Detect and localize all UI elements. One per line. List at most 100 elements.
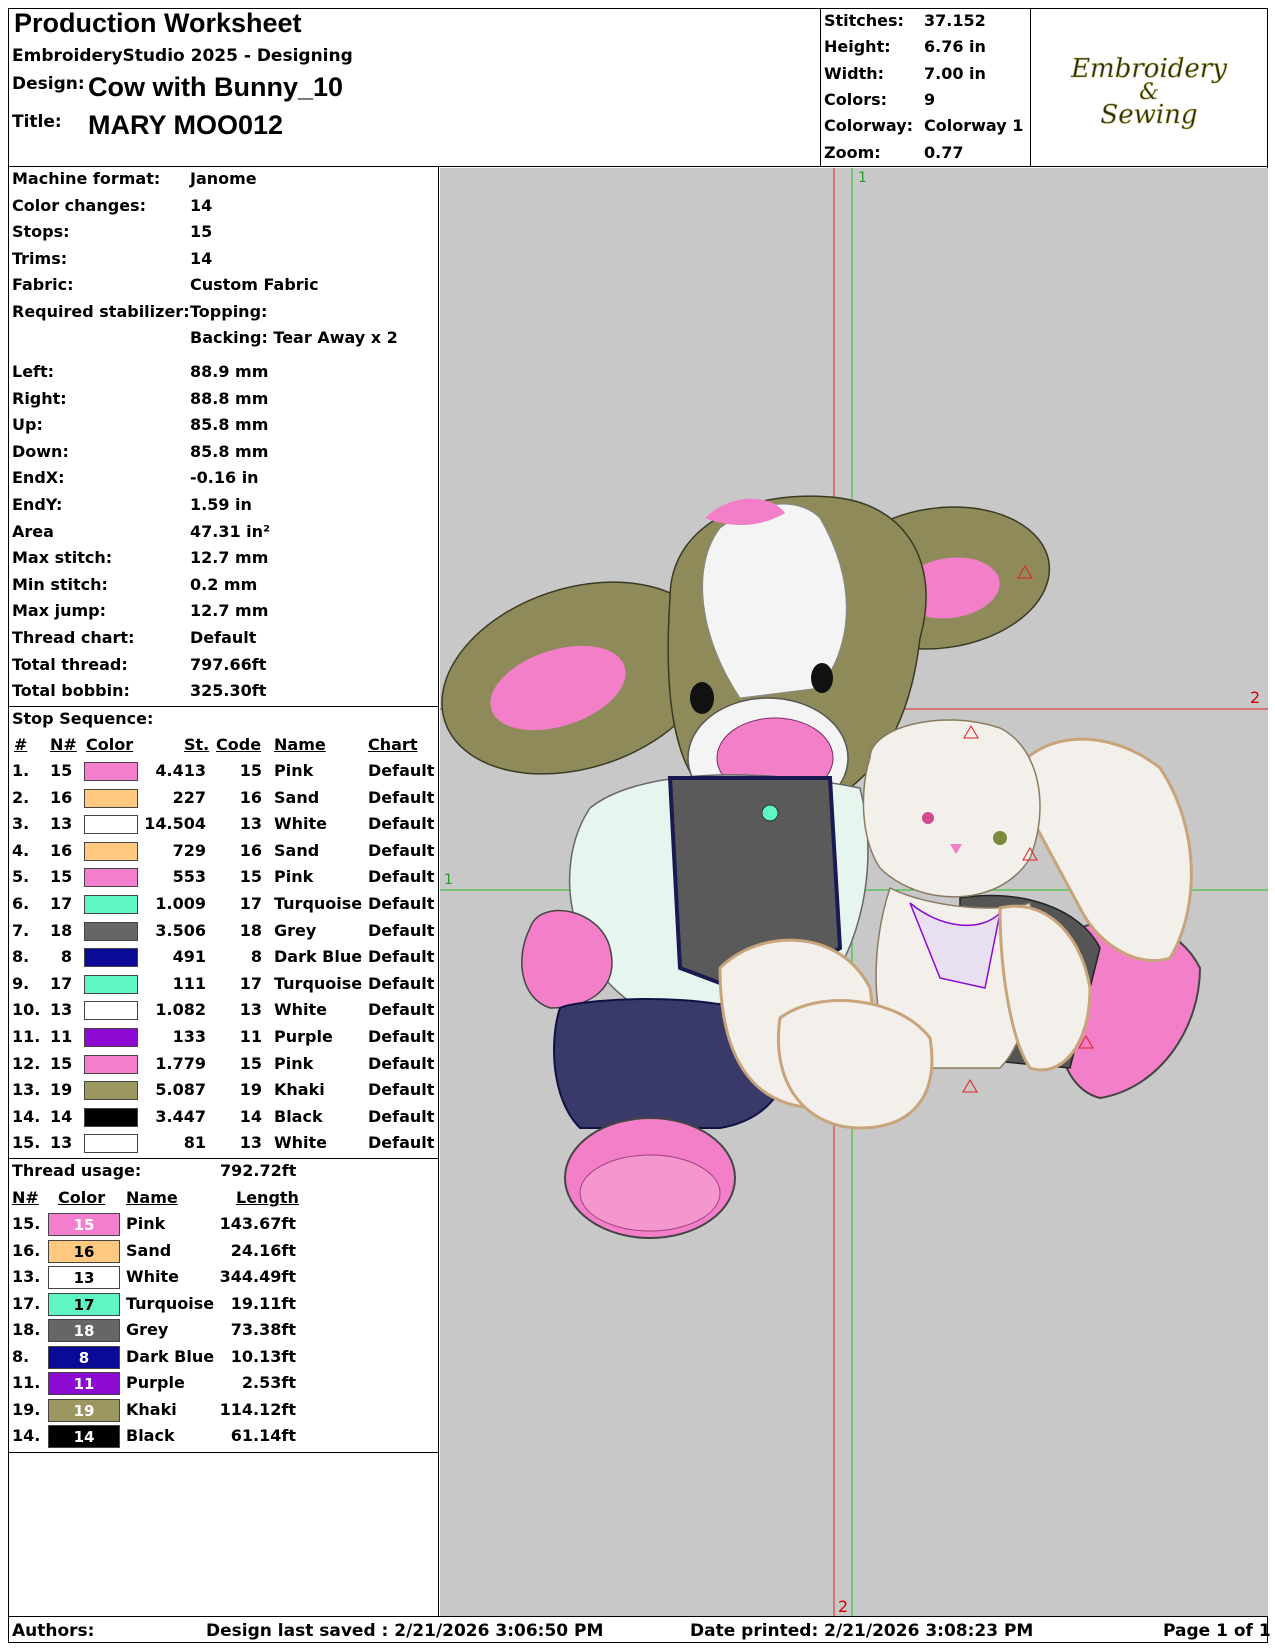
stop-row-color-swatch [84, 1001, 138, 1021]
logo-art: Embroidery & Sewing [1070, 54, 1228, 131]
stop-row-name: Sand [274, 787, 320, 807]
stop-row-needle: 16 [50, 787, 73, 807]
stat-label: Max stitch: [12, 548, 113, 568]
col-header-chart: Chart [368, 735, 418, 754]
stop-row-name: Sand [274, 840, 320, 860]
stop-row-needle: 16 [50, 840, 73, 860]
stat-label: Up: [12, 415, 43, 435]
summary-label: Zoom: [824, 142, 881, 162]
stop-row-color-swatch [84, 921, 138, 941]
stop-row-code: 17 [239, 973, 262, 993]
stop-row-code: 15 [239, 761, 262, 780]
stop-row-color-swatch [84, 868, 138, 888]
stop-row-chart: Default [368, 1053, 435, 1073]
stop-row-stitches: 3.447 [155, 1106, 206, 1126]
machine-info-label: Color changes: [12, 195, 146, 215]
stop-row-color-swatch [84, 762, 138, 781]
stop-row-num: 5. [12, 867, 30, 887]
summary-label: Width: [824, 63, 885, 83]
stop-row-num: 3. [12, 814, 30, 834]
stat-label: Min stitch: [12, 574, 108, 594]
stop-row-stitches: 5.087 [155, 1080, 206, 1100]
col-header-num: # [14, 735, 28, 754]
col-header-name: Name [274, 735, 326, 754]
usage-row-color-swatch: 16 [48, 1239, 120, 1263]
stop-row-needle: 14 [50, 1106, 73, 1126]
usage-row-needle: 13. [12, 1267, 41, 1286]
machine-info-value: Topping: [190, 301, 268, 321]
stop-row-chart: Default [368, 1106, 435, 1126]
stop-row-needle: 15 [50, 761, 73, 780]
footer-last-saved: Design last saved : 2/21/2026 3:06:50 PM [206, 1621, 604, 1641]
usage-row-length: 19.11ft [230, 1293, 296, 1313]
stop-row-name: Turquoise [274, 894, 363, 913]
machine-info-label: Machine format: [12, 169, 161, 188]
machine-info-value: 15 [190, 222, 213, 241]
stop-row-num: 12. [12, 1053, 41, 1073]
usage-row-color-swatch: 19 [48, 1398, 120, 1422]
stop-row-code: 17 [239, 894, 262, 913]
machine-info-value: Custom Fabric [190, 275, 319, 294]
stop-row-needle: 17 [50, 973, 73, 993]
usage-row-length: 10.13ft [230, 1346, 296, 1366]
stop-row-num: 1. [12, 761, 30, 780]
stop-row-stitches: 1.779 [155, 1053, 206, 1073]
machine-info-label: Fabric: [12, 275, 74, 294]
stop-row-stitches: 227 [172, 787, 206, 807]
stop-row-code: 13 [239, 1000, 262, 1020]
summary-value: 7.00 in [924, 63, 986, 83]
machine-info-label: Trims: [12, 248, 68, 268]
stop-row-num: 6. [12, 894, 30, 913]
stop-row-chart: Default [368, 894, 435, 913]
stat-value: Default [190, 628, 257, 647]
stop-row-code: 8 [250, 947, 262, 967]
stat-label: Down: [12, 441, 69, 461]
stop-row-num: 4. [12, 840, 30, 860]
stat-value: 85.8 mm [190, 415, 269, 435]
usage-row-length: 2.53ft [241, 1373, 296, 1392]
stop-row-stitches: 1.082 [155, 1000, 206, 1020]
stop-row-chart: Default [368, 867, 435, 887]
usage-row-name: Pink [126, 1214, 166, 1233]
stop-row-num: 10. [12, 1000, 41, 1020]
summary-value: 37.152 [924, 11, 986, 30]
stat-label: Total bobbin: [12, 681, 130, 701]
software-name: EmbroideryStudio 2025 - Designing [12, 46, 353, 66]
stop-row-code: 15 [239, 867, 262, 887]
usage-row-needle: 15. [12, 1214, 41, 1233]
stat-label: EndY: [12, 495, 63, 514]
stat-value: 88.9 mm [190, 362, 269, 381]
stop-row-needle: 13 [50, 1000, 73, 1020]
summary-value: 0.77 [924, 142, 964, 162]
usage-row-needle: 11. [12, 1373, 41, 1392]
stop-sequence-title: Stop Sequence: [12, 709, 154, 728]
usage-row-color-swatch: 15 [48, 1213, 120, 1236]
stat-label: Right: [12, 388, 67, 408]
usage-row-needle: 8. [12, 1346, 30, 1366]
usage-row-length: 143.67ft [219, 1214, 296, 1233]
usage-row-needle: 19. [12, 1399, 41, 1419]
stop-row-chart: Default [368, 1000, 435, 1020]
machine-info-label: Required stabilizer: [12, 301, 190, 321]
stop-row-stitches: 491 [172, 947, 206, 967]
summary-label: Colors: [824, 89, 888, 109]
stop-row-code: 18 [239, 920, 262, 940]
usage-row-name: Purple [126, 1373, 185, 1392]
stop-row-color-swatch [84, 1054, 138, 1074]
stop-row-chart: Default [368, 814, 435, 834]
footer-top-line [8, 1616, 1268, 1617]
usage-header-length: Length [236, 1188, 299, 1207]
stop-row-name: White [274, 814, 328, 834]
stat-value: 47.31 in² [190, 521, 271, 541]
footer-date-printed: Date printed: 2/21/2026 3:08:23 PM [690, 1621, 1034, 1641]
stat-label: EndX: [12, 468, 65, 488]
machine-info-value: 14 [190, 248, 213, 268]
summary-label: Colorway: [824, 116, 914, 136]
stop-row-chart: Default [368, 947, 435, 967]
title-label: Title: [12, 112, 62, 132]
usage-row-color-swatch: 13 [48, 1266, 120, 1289]
stop-row-chart: Default [368, 840, 435, 860]
embroidery-preview-art: 1 2 1 2 [440, 168, 1268, 1616]
design-preview[interactable]: 1 2 1 2 [440, 168, 1268, 1616]
stop-row-name: Khaki [274, 1080, 325, 1100]
